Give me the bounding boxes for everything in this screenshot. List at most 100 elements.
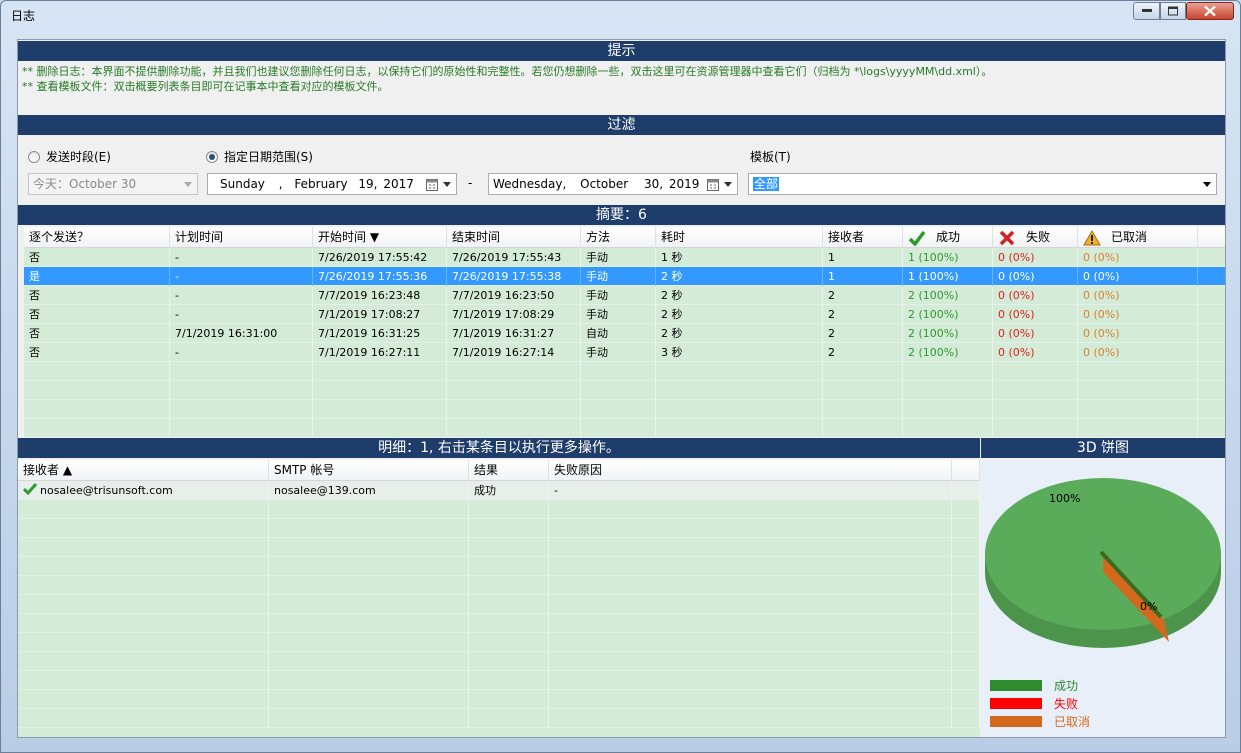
close-button[interactable] [1186, 2, 1234, 20]
detail-cell [952, 557, 980, 576]
date-to-year[interactable]: 2019 [669, 177, 700, 191]
summary-row[interactable] [24, 362, 1225, 381]
summary-header-label: 结束时间 [452, 230, 501, 244]
detail-row[interactable] [18, 519, 980, 538]
radio-date-range[interactable]: 指定日期范围(S) [206, 148, 313, 165]
summary-row[interactable]: 否 7/1/2019 16:31:00 7/1/2019 16:31:25 7/1/2… [24, 324, 1225, 343]
detail-cell [269, 614, 469, 633]
summary-cell [1078, 381, 1198, 400]
radio-send-period[interactable]: 发送时段(E) [28, 148, 111, 165]
calendar-icon[interactable] [426, 177, 438, 197]
summary-cell: 2 (100%) [903, 324, 993, 343]
summary-header-col-send-individually[interactable]: 逐个发送？ [24, 227, 170, 248]
detail-row[interactable] [18, 671, 980, 690]
detail-header-col-recipient[interactable]: 接收者 ▲ [18, 460, 269, 481]
summary-row[interactable] [24, 419, 1225, 437]
maximize-button[interactable] [1160, 2, 1186, 20]
summary-cell [823, 400, 903, 419]
detail-cell [18, 633, 269, 652]
summary-header-col-recipients[interactable]: 接收者 [823, 227, 903, 248]
detail-cell [952, 481, 980, 500]
detail-cell [469, 671, 549, 690]
detail-header-col-result[interactable]: 结果 [469, 460, 549, 481]
date-from-month[interactable]: February [294, 177, 347, 191]
summary-row[interactable]: 否 -7/1/2019 17:08:27 7/1/2019 17:08:29 手动 2 … [24, 305, 1225, 324]
summary-row[interactable] [24, 400, 1225, 419]
summary-cell: 2 [823, 324, 903, 343]
summary-row[interactable]: 否 -7/7/2019 16:23:48 7/7/2019 16:23:50 手动 2 … [24, 286, 1225, 305]
detail-row[interactable] [18, 709, 980, 728]
summary-header-col-method[interactable]: 方法 [581, 227, 656, 248]
summary-cell [903, 381, 993, 400]
detail-grid[interactable]: 接收者 ▲ SMTP 帐号 结果 失败原因 nosalee@trisunsoft.co… [18, 460, 980, 737]
detail-row[interactable] [18, 595, 980, 614]
radio-date-range-circle[interactable] [206, 150, 218, 163]
date-from-day[interactable]: 19, [358, 177, 377, 191]
summary-header-col-failed[interactable]: 失败 [993, 227, 1078, 248]
detail-row[interactable] [18, 538, 980, 557]
detail-header-col-fail-reason[interactable]: 失败原因 [549, 460, 952, 481]
summary-header-col-duration[interactable]: 耗时 [656, 227, 823, 248]
date-to-day[interactable]: 30, [644, 177, 663, 191]
detail-cell: nosalee@trisunsoft.com [18, 481, 269, 500]
detail-row[interactable] [18, 652, 980, 671]
summary-header-label: 失败 [1026, 230, 1051, 244]
date-from-picker[interactable]: Sunday , February 19, 2017 [207, 173, 457, 195]
summary-row[interactable]: 是 -7/26/2019 17:55:36 7/26/2019 17:55:38 手动… [24, 267, 1225, 286]
summary-cell: 2 秒 [656, 305, 823, 324]
detail-header-col-extra[interactable] [952, 460, 980, 481]
tips-text[interactable]: ** 删除日志：本界面不提供删除功能，并且我们也建议您删除任何日志，以保持它们的… [22, 64, 1222, 94]
cross-icon [999, 230, 1015, 245]
radio-send-period-circle[interactable] [28, 150, 40, 163]
minimize-button[interactable] [1133, 2, 1160, 20]
summary-row[interactable] [24, 381, 1225, 400]
detail-row[interactable] [18, 614, 980, 633]
template-select[interactable]: 全部 [748, 173, 1217, 195]
summary-cell: 2 秒 [656, 286, 823, 305]
tip-delete-log[interactable]: ** 删除日志：本界面不提供删除功能，并且我们也建议您删除任何日志，以保持它们的… [22, 64, 1222, 79]
summary-cell: - [170, 343, 313, 362]
radio-send-period-label: 发送时段(E) [46, 150, 111, 164]
chevron-down-icon[interactable] [438, 174, 456, 194]
detail-cell [952, 671, 980, 690]
send-period-select[interactable]: 今天：October 30 [28, 173, 198, 195]
date-to-picker[interactable]: Wednesday, October 30, 2019 [488, 173, 738, 195]
chevron-down-icon[interactable] [1198, 174, 1216, 194]
detail-header-col-smtp-account[interactable]: SMTP 帐号 [269, 460, 469, 481]
detail-row[interactable] [18, 690, 980, 709]
detail-cell [18, 595, 269, 614]
summary-row[interactable]: 否 -7/26/2019 17:55:42 7/26/2019 17:55:43 手动… [24, 248, 1225, 267]
pie-chart [985, 478, 1221, 648]
summary-header-col-success[interactable]: 成功 [903, 227, 993, 248]
detail-cell [269, 633, 469, 652]
summary-header-col-cancelled[interactable]: 已取消 [1078, 227, 1198, 248]
summary-header-col-start-time[interactable]: 开始时间 ▼ [313, 227, 447, 248]
summary-cell [170, 419, 313, 437]
summary-cell [24, 419, 170, 437]
maximize-icon [1168, 6, 1178, 16]
chevron-down-icon[interactable] [719, 174, 737, 194]
calendar-icon[interactable] [707, 177, 719, 197]
date-to-weekday[interactable]: Wednesday, [493, 177, 566, 191]
date-from-year[interactable]: 2017 [383, 177, 414, 191]
legend-label: 失败 [1054, 697, 1079, 711]
date-to-month[interactable]: October [580, 177, 628, 191]
summary-header-col-scheduled-time[interactable]: 计划时间 [170, 227, 313, 248]
summary-header-col-end-time[interactable]: 结束时间 [447, 227, 581, 248]
date-from-weekday[interactable]: Sunday [220, 177, 265, 191]
summary-header-label: 计划时间 [175, 230, 224, 244]
detail-row[interactable] [18, 557, 980, 576]
summary-cell: 手动 [581, 248, 656, 267]
detail-row[interactable] [18, 576, 980, 595]
summary-grid[interactable]: 逐个发送？ 计划时间 开始时间 ▼ 结束时间 方法 耗时 接收者 成功 失败 已取消 否 -7/26… [24, 227, 1225, 437]
legend-swatch [990, 680, 1042, 691]
detail-row[interactable] [18, 633, 980, 652]
chevron-down-icon[interactable] [179, 174, 197, 194]
detail-row[interactable]: nosalee@trisunsoft.com nosalee@139.com 成功 - [18, 481, 980, 500]
summary-row[interactable]: 否 -7/1/2019 16:27:11 7/1/2019 16:27:14 手动 3 … [24, 343, 1225, 362]
detail-row[interactable] [18, 500, 980, 519]
template-label: 模板(T) [750, 150, 791, 164]
summary-cell: 0 (0%) [993, 286, 1078, 305]
title-bar[interactable]: 日志 [1, 1, 1240, 29]
client-area: 提示 ** 删除日志：本界面不提供删除功能，并且我们也建议您删除任何日志，以保持… [17, 39, 1226, 738]
